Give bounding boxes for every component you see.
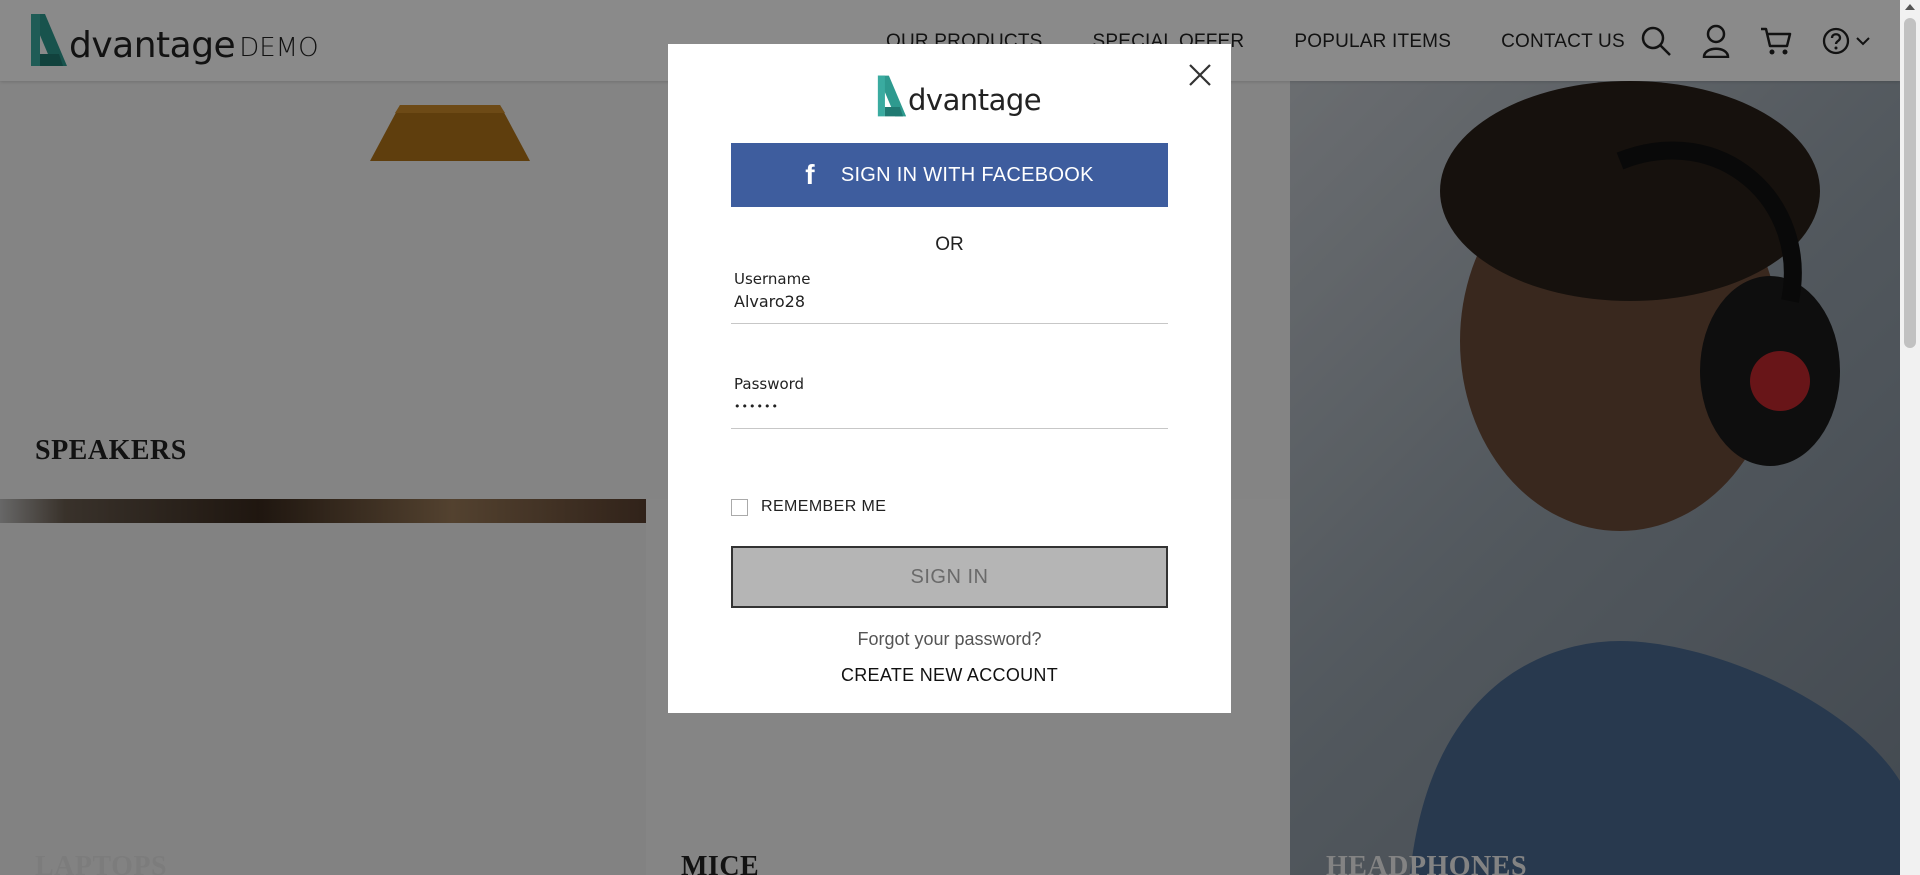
login-dialog: dvantage f SIGN IN WITH FACEBOOK OR User… [668,44,1231,713]
password-field: Password [731,375,1168,429]
forgot-password-link[interactable]: Forgot your password? [668,629,1231,650]
password-input[interactable] [731,393,1157,419]
remember-me-checkbox[interactable] [731,498,748,516]
create-account-link[interactable]: CREATE NEW ACCOUNT [668,665,1231,686]
password-label: Password [734,375,805,393]
facebook-icon: f [805,159,815,190]
or-divider: OR [935,234,964,255]
login-logo: dvantage [876,74,1042,118]
remember-me-option[interactable]: REMEMBER ME [731,498,886,516]
scrollbar-thumb[interactable] [1904,18,1916,348]
close-icon[interactable] [1185,60,1215,90]
sign-in-button[interactable]: SIGN IN [731,546,1168,608]
logo-mark-icon [877,75,907,117]
login-logo-wordmark: dvantage [908,83,1042,117]
facebook-signin-label: SIGN IN WITH FACEBOOK [840,163,1094,186]
scroll-up-arrow-icon[interactable] [1905,4,1915,10]
page-scrollbar[interactable] [1900,0,1920,875]
username-input[interactable] [731,288,1157,317]
username-label: Username [734,270,811,288]
username-field: Username [731,270,1168,324]
facebook-signin-button[interactable]: f SIGN IN WITH FACEBOOK [731,143,1168,207]
remember-me-label: REMEMBER ME [761,498,887,515]
